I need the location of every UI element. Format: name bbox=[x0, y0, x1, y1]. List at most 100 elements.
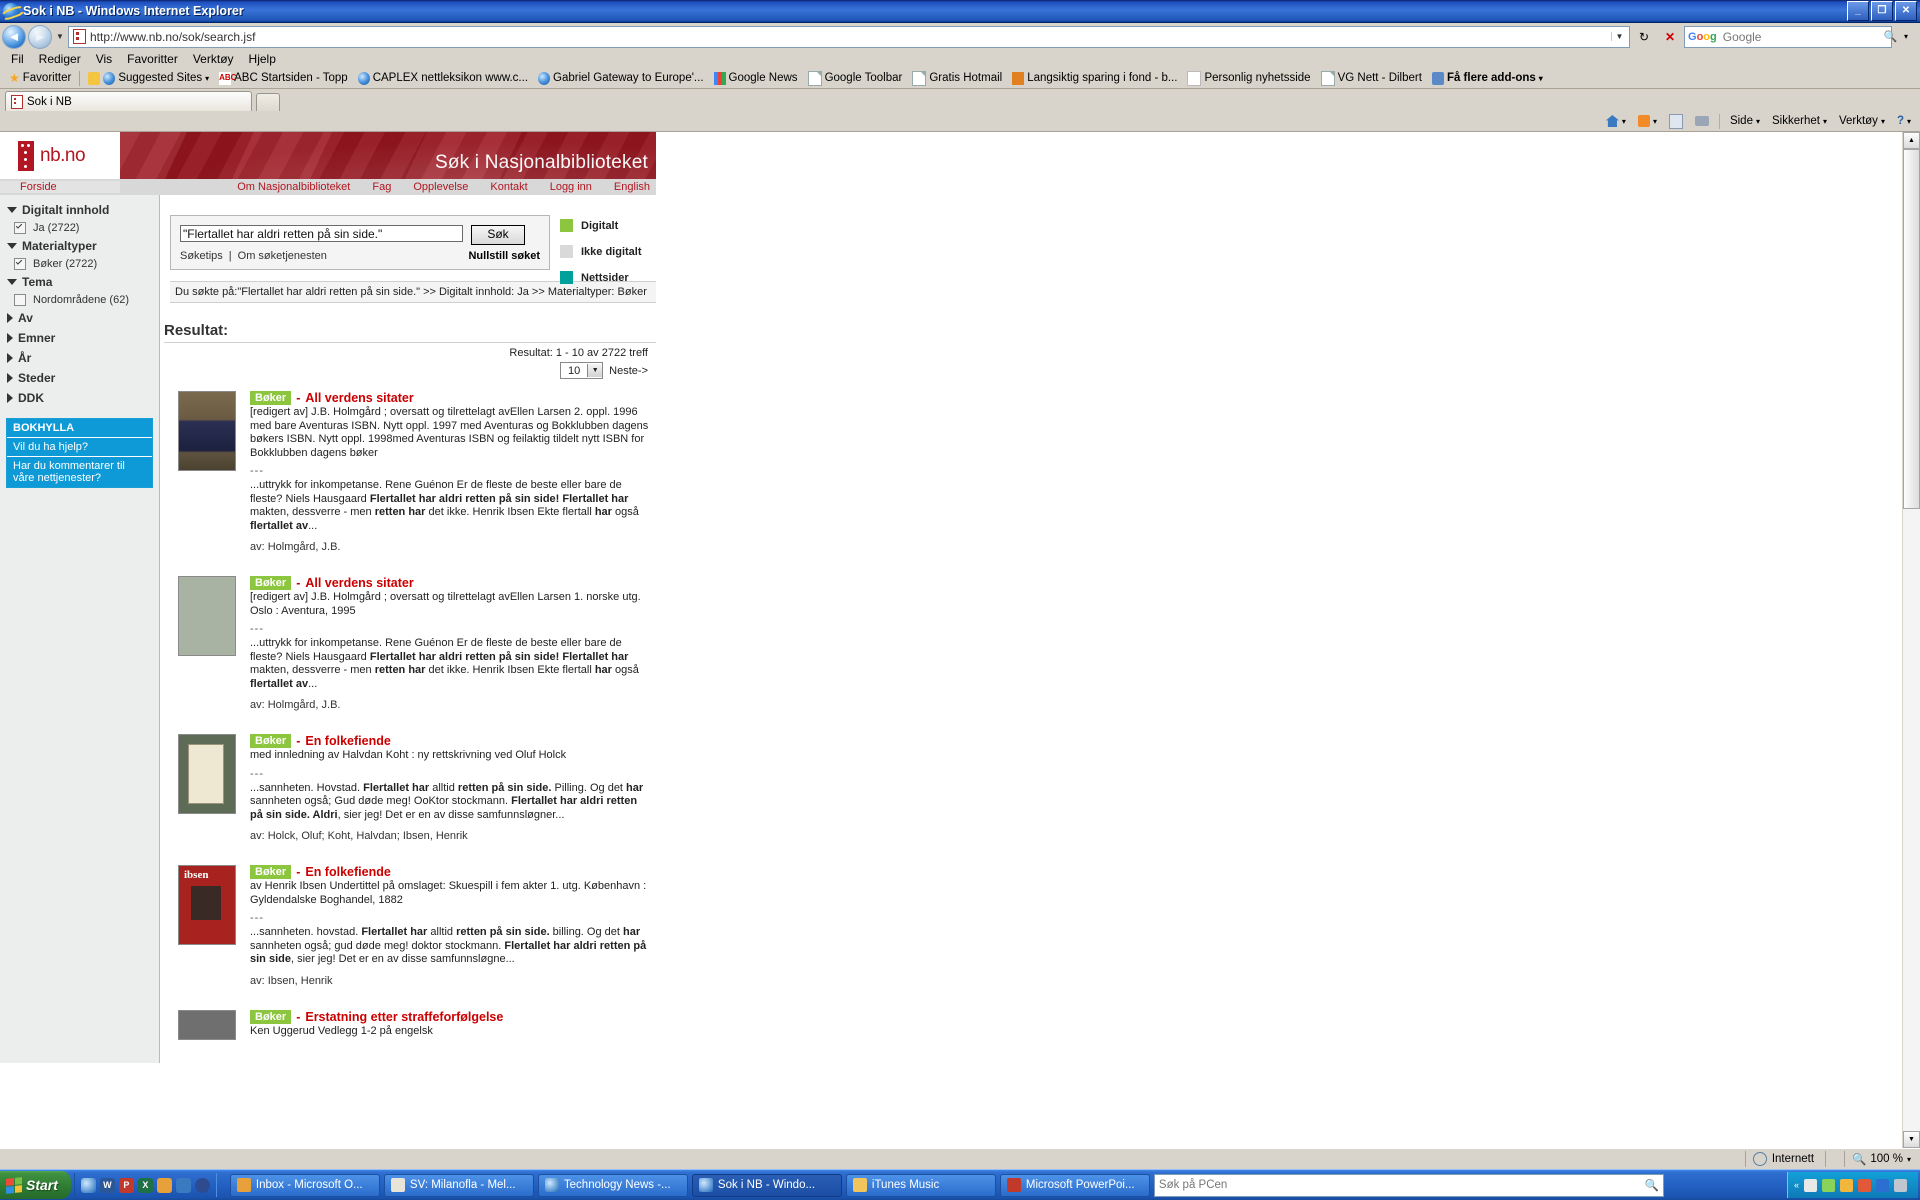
scrollbar-thumb[interactable] bbox=[1903, 149, 1920, 509]
chevron-down-icon[interactable]: ▾ bbox=[1756, 117, 1760, 126]
facet-group-digitalt-innhold[interactable]: Digitalt innhold bbox=[0, 200, 159, 220]
new-tab-button[interactable] bbox=[256, 93, 280, 111]
result-thumbnail[interactable] bbox=[178, 576, 236, 711]
result-thumbnail[interactable] bbox=[178, 391, 236, 553]
bokhylla-feedback-link[interactable]: Har du kommentarer til våre nettjenester… bbox=[7, 457, 152, 487]
favorite-gabriel[interactable]: Gabriel Gateway to Europe'... bbox=[533, 71, 709, 85]
favorite-vg-nett-dilbert[interactable]: VG Nett - Dilbert bbox=[1316, 70, 1427, 86]
feeds-button[interactable]: ▾ bbox=[1633, 114, 1662, 128]
address-bar[interactable]: http://www.nb.no/sok/search.jsf ▼ bbox=[68, 25, 1630, 48]
search-options-chevron-down-icon[interactable]: ▾ bbox=[1894, 25, 1918, 48]
browser-search-box[interactable]: Goog 🔍 bbox=[1684, 25, 1897, 48]
facet-group-av[interactable]: Av bbox=[0, 308, 159, 328]
result-thumbnail[interactable]: ibsen bbox=[178, 865, 236, 987]
read-mail-button[interactable] bbox=[1664, 113, 1688, 130]
bluetooth-icon[interactable] bbox=[1876, 1178, 1889, 1192]
menu-item-hjelp[interactable]: Hjelp bbox=[242, 51, 283, 67]
per-page-select[interactable]: 10 ▼ bbox=[560, 362, 604, 379]
chevron-down-icon[interactable]: ▾ bbox=[1539, 74, 1543, 83]
facet-item-boker[interactable]: Bøker (2722) bbox=[0, 256, 159, 272]
result-title-link[interactable]: Erstatning etter straffeforfølgelse bbox=[305, 1010, 503, 1024]
security-zone[interactable]: Internett bbox=[1744, 1151, 1821, 1167]
refresh-button[interactable]: ↻ bbox=[1632, 25, 1656, 48]
chevron-down-icon[interactable]: ▾ bbox=[1823, 117, 1827, 126]
taskbar-item-mail[interactable]: SV: Milanofla - Mel... bbox=[383, 1173, 534, 1197]
nav-item-om-nasjonalbiblioteket[interactable]: Om Nasjonalbiblioteket bbox=[237, 181, 350, 193]
taskbar-item-powerpoint[interactable]: Microsoft PowerPoi... bbox=[999, 1173, 1150, 1197]
menu-item-vis[interactable]: Vis bbox=[89, 51, 119, 67]
favorite-gratis-hotmail[interactable]: Gratis Hotmail bbox=[907, 70, 1007, 86]
update-icon[interactable] bbox=[1858, 1178, 1871, 1192]
excel-icon[interactable]: X bbox=[137, 1177, 153, 1193]
chevron-down-icon[interactable]: ▾ bbox=[1907, 117, 1911, 126]
menu-item-rediger[interactable]: Rediger bbox=[32, 51, 88, 67]
result-title-link[interactable]: All verdens sitater bbox=[305, 576, 413, 590]
print-button[interactable] bbox=[1690, 115, 1714, 127]
stop-button[interactable]: ✕ bbox=[1658, 25, 1682, 48]
search-icon[interactable]: 🔍 bbox=[1645, 1178, 1659, 1192]
antivirus-icon[interactable] bbox=[1840, 1178, 1853, 1192]
next-page-link[interactable]: Neste-> bbox=[609, 365, 648, 377]
favorite-suggested-sites[interactable]: Suggested Sites ▾ bbox=[83, 71, 214, 85]
favorite-abc-startsiden[interactable]: ABC ABC Startsiden - Topp bbox=[214, 71, 353, 85]
favorites-button[interactable]: ★ Favoritter bbox=[4, 71, 76, 85]
scrollbar-track[interactable] bbox=[1903, 149, 1920, 1131]
search-submit-button[interactable]: Søk bbox=[471, 225, 525, 245]
back-button[interactable]: ◄ bbox=[2, 24, 26, 49]
taskbar-item-sok-i-nb[interactable]: Sok i NB - Windo... bbox=[691, 1173, 842, 1197]
nav-item-forside[interactable]: Forside bbox=[0, 181, 120, 193]
help-menu-button[interactable]: ? ▾ bbox=[1892, 114, 1916, 128]
powerpoint-icon[interactable]: P bbox=[118, 1177, 134, 1193]
chevron-down-icon[interactable]: ▾ bbox=[1907, 1155, 1911, 1164]
favorite-langsiktig-sparing[interactable]: Langsiktig sparing i fond - b... bbox=[1007, 71, 1182, 85]
menu-item-favoritter[interactable]: Favoritter bbox=[120, 51, 185, 67]
safety-menu-button[interactable]: Sikkerhet ▾ bbox=[1767, 114, 1832, 128]
menu-item-verktoy[interactable]: Verktøy bbox=[186, 51, 241, 67]
nav-item-logg-inn[interactable]: Logg inn bbox=[550, 181, 592, 193]
checkbox-icon[interactable] bbox=[14, 222, 26, 234]
scroll-up-button[interactable]: ▲ bbox=[1903, 132, 1920, 149]
chevron-down-icon[interactable]: ▾ bbox=[1881, 117, 1885, 126]
checkbox-icon[interactable] bbox=[14, 294, 26, 306]
desktop-search-box[interactable]: Søk på PCen 🔍 bbox=[1153, 1173, 1664, 1197]
checkbox-icon[interactable] bbox=[14, 258, 26, 270]
nav-item-opplevelse[interactable]: Opplevelse bbox=[413, 181, 468, 193]
show-hidden-icons-chevron-icon[interactable]: « bbox=[1794, 1180, 1799, 1190]
menu-item-fil[interactable]: Fil bbox=[4, 51, 31, 67]
chevron-down-icon[interactable]: ▾ bbox=[205, 74, 209, 83]
tools-menu-button[interactable]: Verktøy ▾ bbox=[1834, 114, 1890, 128]
nav-item-english[interactable]: English bbox=[614, 181, 650, 193]
page-menu-button[interactable]: Side ▾ bbox=[1725, 114, 1765, 128]
facet-group-emner[interactable]: Emner bbox=[0, 328, 159, 348]
taskbar-item-inbox[interactable]: Inbox - Microsoft O... bbox=[229, 1173, 380, 1197]
result-title-link[interactable]: All verdens sitater bbox=[305, 391, 413, 405]
nav-item-fag[interactable]: Fag bbox=[372, 181, 391, 193]
search-tips-link[interactable]: Søketips bbox=[180, 250, 223, 262]
chevron-down-icon[interactable]: ▾ bbox=[1653, 117, 1657, 126]
volume-icon[interactable] bbox=[1804, 1178, 1817, 1192]
chevron-down-icon[interactable]: ▾ bbox=[1622, 117, 1626, 126]
more-addons-button[interactable]: Få flere add-ons ▾ bbox=[1427, 71, 1548, 85]
taskbar-item-itunes-music[interactable]: iTunes Music bbox=[845, 1173, 996, 1197]
browser-search-input[interactable] bbox=[1720, 28, 1880, 45]
facet-item-nordomradene[interactable]: Nordområdene (62) bbox=[0, 292, 159, 308]
outlook-icon[interactable] bbox=[156, 1177, 172, 1193]
reset-search-link[interactable]: Nullstill søket bbox=[462, 250, 540, 262]
start-button[interactable]: Start bbox=[0, 1171, 71, 1199]
facet-group-tema[interactable]: Tema bbox=[0, 272, 159, 292]
facet-group-materialtyper[interactable]: Materialtyper bbox=[0, 236, 159, 256]
scroll-down-button[interactable]: ▼ bbox=[1903, 1131, 1920, 1148]
media-player-icon[interactable] bbox=[194, 1177, 210, 1193]
favorite-personlig-nyhetsside[interactable]: Personlig nyhetsside bbox=[1182, 70, 1315, 86]
about-search-link[interactable]: Om søketjenesten bbox=[238, 250, 327, 262]
word-icon[interactable]: W bbox=[99, 1177, 115, 1193]
zoom-control[interactable]: 🔍 100 % ▾ bbox=[1844, 1151, 1918, 1167]
network-icon[interactable] bbox=[1822, 1178, 1835, 1192]
site-logo[interactable]: nb.no bbox=[0, 132, 120, 179]
maximize-button[interactable]: ❐ bbox=[1871, 1, 1893, 21]
result-thumbnail[interactable] bbox=[178, 734, 236, 842]
chevron-down-icon[interactable]: ▼ bbox=[587, 364, 603, 377]
printer-tray-icon[interactable] bbox=[1894, 1178, 1907, 1192]
forward-button[interactable]: ► bbox=[28, 24, 52, 49]
tab-sok-i-nb[interactable]: Sok i NB bbox=[5, 91, 252, 111]
